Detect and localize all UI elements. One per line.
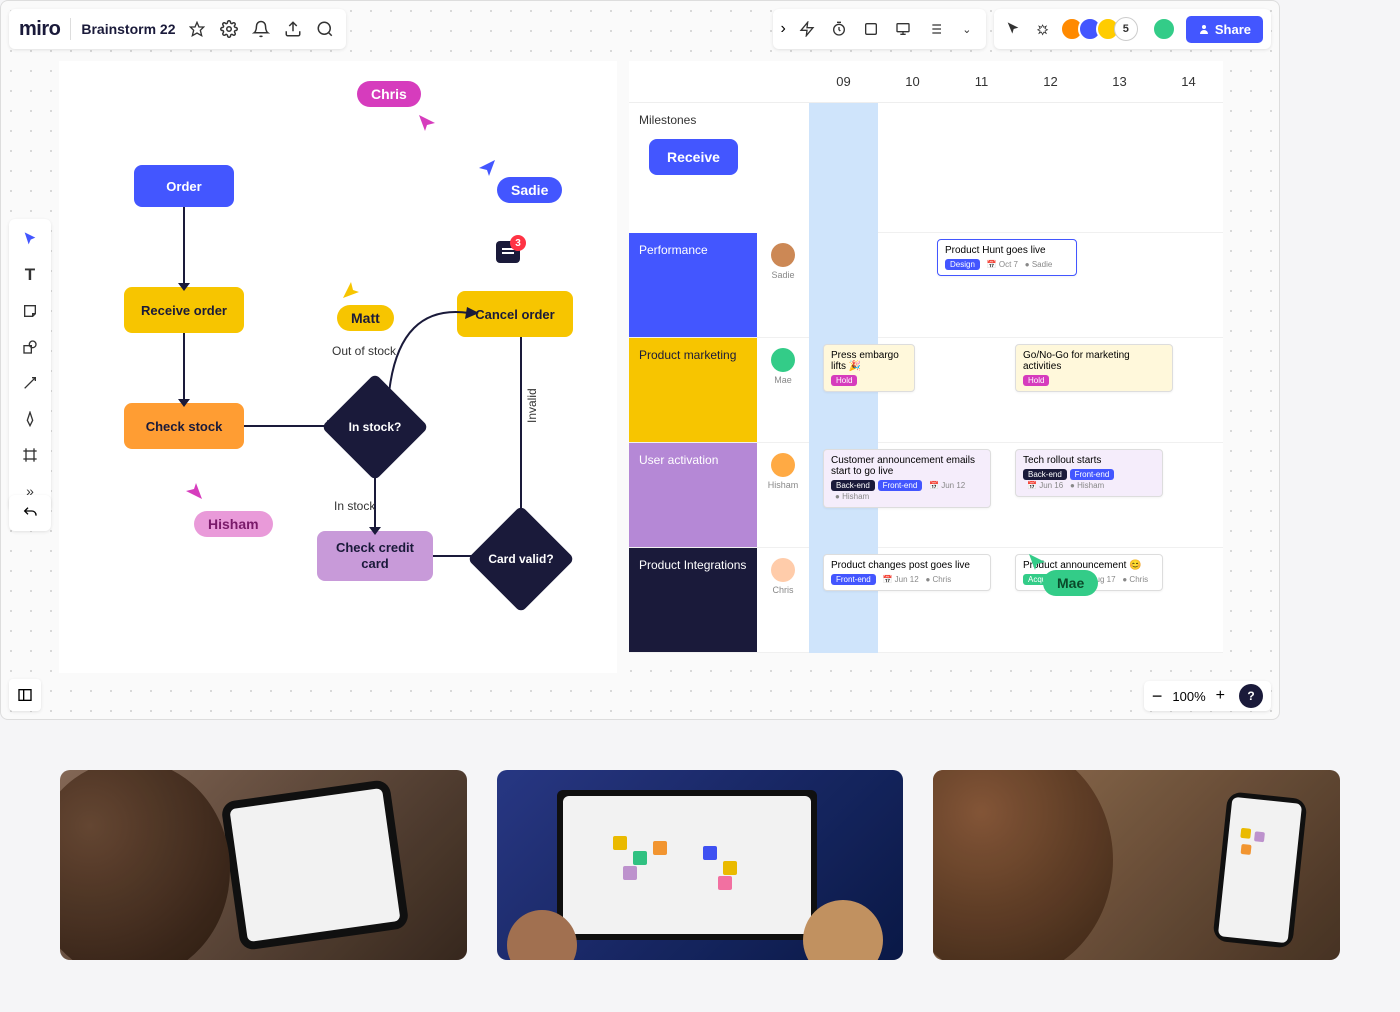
cursor-sadie: Sadie <box>497 177 562 203</box>
list-icon[interactable] <box>924 18 946 40</box>
node-check-cc[interactable]: Check credit card <box>317 531 433 581</box>
col-14: 14 <box>1154 61 1223 102</box>
zoom-out[interactable]: − <box>1152 686 1163 707</box>
card-go-nogo[interactable]: Go/No-Go for marketing activities Hold <box>1015 344 1173 392</box>
card-product-hunt[interactable]: Product Hunt goes live Design 📅 Oct 7 ● … <box>937 239 1077 276</box>
cursor-pointer-matt <box>341 280 361 300</box>
chevron-down-icon[interactable]: ⌄ <box>956 18 978 40</box>
header-right: › ⌄ 5 Share <box>773 9 1271 49</box>
promo-row <box>60 770 1340 960</box>
miro-logo[interactable]: miro <box>19 18 60 41</box>
label-in-stock: In stock <box>334 499 375 513</box>
present-icon[interactable] <box>892 18 914 40</box>
divider <box>70 18 71 40</box>
node-in-stock[interactable]: In stock? <box>337 389 413 465</box>
connector-tool[interactable] <box>18 371 42 395</box>
cursor-chris: Chris <box>357 81 421 107</box>
apps-group: › ⌄ <box>773 9 986 49</box>
timeline-header: 09 10 11 12 13 14 <box>629 61 1223 103</box>
comment-count-badge: 3 <box>510 235 526 251</box>
pen-tool[interactable] <box>18 407 42 431</box>
self-avatar[interactable] <box>1152 17 1176 41</box>
cursor-matt: Matt <box>337 305 394 331</box>
node-receive-order[interactable]: Receive order <box>124 287 244 333</box>
settings-icon[interactable] <box>218 18 240 40</box>
flowchart-frame[interactable]: Order Receive order Check stock In stock… <box>59 61 617 673</box>
export-icon[interactable] <box>282 18 304 40</box>
chevron-right-icon[interactable]: › <box>781 20 786 38</box>
row-activation: User activation Hisham Customer announce… <box>629 443 1223 548</box>
label-out-of-stock: Out of stock <box>332 344 396 358</box>
promo-tablet <box>60 770 467 960</box>
cursor-pointer-sadie <box>477 158 497 178</box>
text-tool[interactable]: T <box>18 263 42 287</box>
col-10: 10 <box>878 61 947 102</box>
comment-thread[interactable]: 3 <box>496 241 520 263</box>
avatar-stack[interactable]: 5 <box>1066 17 1138 41</box>
shape-tool[interactable] <box>18 335 42 359</box>
star-icon[interactable] <box>186 18 208 40</box>
promo-tv <box>497 770 904 960</box>
label-invalid: Invalid <box>525 388 539 423</box>
node-card-valid[interactable]: Card valid? <box>483 521 559 597</box>
node-check-stock[interactable]: Check stock <box>124 403 244 449</box>
row-marketing: Product marketing Mae Press embargo lift… <box>629 338 1223 443</box>
col-13: 13 <box>1085 61 1154 102</box>
card-press-embargo[interactable]: Press embargo lifts 🎉 Hold <box>823 344 915 392</box>
timeline-frame[interactable]: 09 10 11 12 13 14 Milestones Receive Per… <box>629 61 1223 653</box>
row-label-integrations: Product Integrations <box>629 548 757 652</box>
zoom-bar: − 100% + ? <box>1144 681 1271 711</box>
col-11: 11 <box>947 61 1016 102</box>
cursor-pointer-hisham <box>184 481 204 501</box>
cursor-hisham: Hisham <box>194 511 273 537</box>
row-milestones: Milestones Receive <box>629 103 1223 233</box>
cursor-mae: Mae <box>1043 570 1098 596</box>
node-order[interactable]: Order <box>134 165 234 207</box>
row-label-marketing: Product marketing <box>629 338 757 442</box>
card-customer-emails[interactable]: Customer announcement emails start to go… <box>823 449 991 508</box>
sticky-tool[interactable] <box>18 299 42 323</box>
panel-toggle[interactable] <box>9 679 41 711</box>
row-label-activation: User activation <box>629 443 757 547</box>
bell-icon[interactable] <box>250 18 272 40</box>
cursor-icon[interactable] <box>1002 18 1024 40</box>
cursor-pointer-chris <box>417 113 437 133</box>
zoom-level[interactable]: 100% <box>1172 689 1205 704</box>
share-button[interactable]: Share <box>1186 16 1263 43</box>
note-icon[interactable] <box>860 18 882 40</box>
card-tech-rollout[interactable]: Tech rollout starts Back-end Front-end 📅… <box>1015 449 1163 497</box>
timer-icon[interactable] <box>828 18 850 40</box>
milestone-receive[interactable]: Receive <box>649 139 738 175</box>
frame-tool[interactable] <box>18 443 42 467</box>
promo-phone <box>933 770 1340 960</box>
cursor-pointer-mae <box>1027 552 1047 572</box>
header-left: miro Brainstorm 22 <box>9 9 346 49</box>
search-icon[interactable] <box>314 18 336 40</box>
zoom-in[interactable]: + <box>1216 687 1225 705</box>
select-tool[interactable] <box>18 227 42 251</box>
help-button[interactable]: ? <box>1239 684 1263 708</box>
undo-button[interactable] <box>9 495 51 531</box>
bolt-icon[interactable] <box>796 18 818 40</box>
left-toolbar: T » <box>9 219 51 511</box>
collab-group: 5 Share <box>994 9 1271 49</box>
reactions-icon[interactable] <box>1034 18 1056 40</box>
row-performance: Performance Sadie Product Hunt goes live… <box>629 233 1223 338</box>
card-product-changes[interactable]: Product changes post goes live Front-end… <box>823 554 991 591</box>
col-09: 09 <box>809 61 878 102</box>
row-label-performance: Performance <box>629 233 757 337</box>
row-integrations: Product Integrations Chris Product chang… <box>629 548 1223 653</box>
col-12: 12 <box>1016 61 1085 102</box>
app-window: miro Brainstorm 22 › ⌄ 5 Share <box>0 0 1280 720</box>
board-title[interactable]: Brainstorm 22 <box>81 21 175 37</box>
milestones-label: Milestones <box>639 113 799 127</box>
